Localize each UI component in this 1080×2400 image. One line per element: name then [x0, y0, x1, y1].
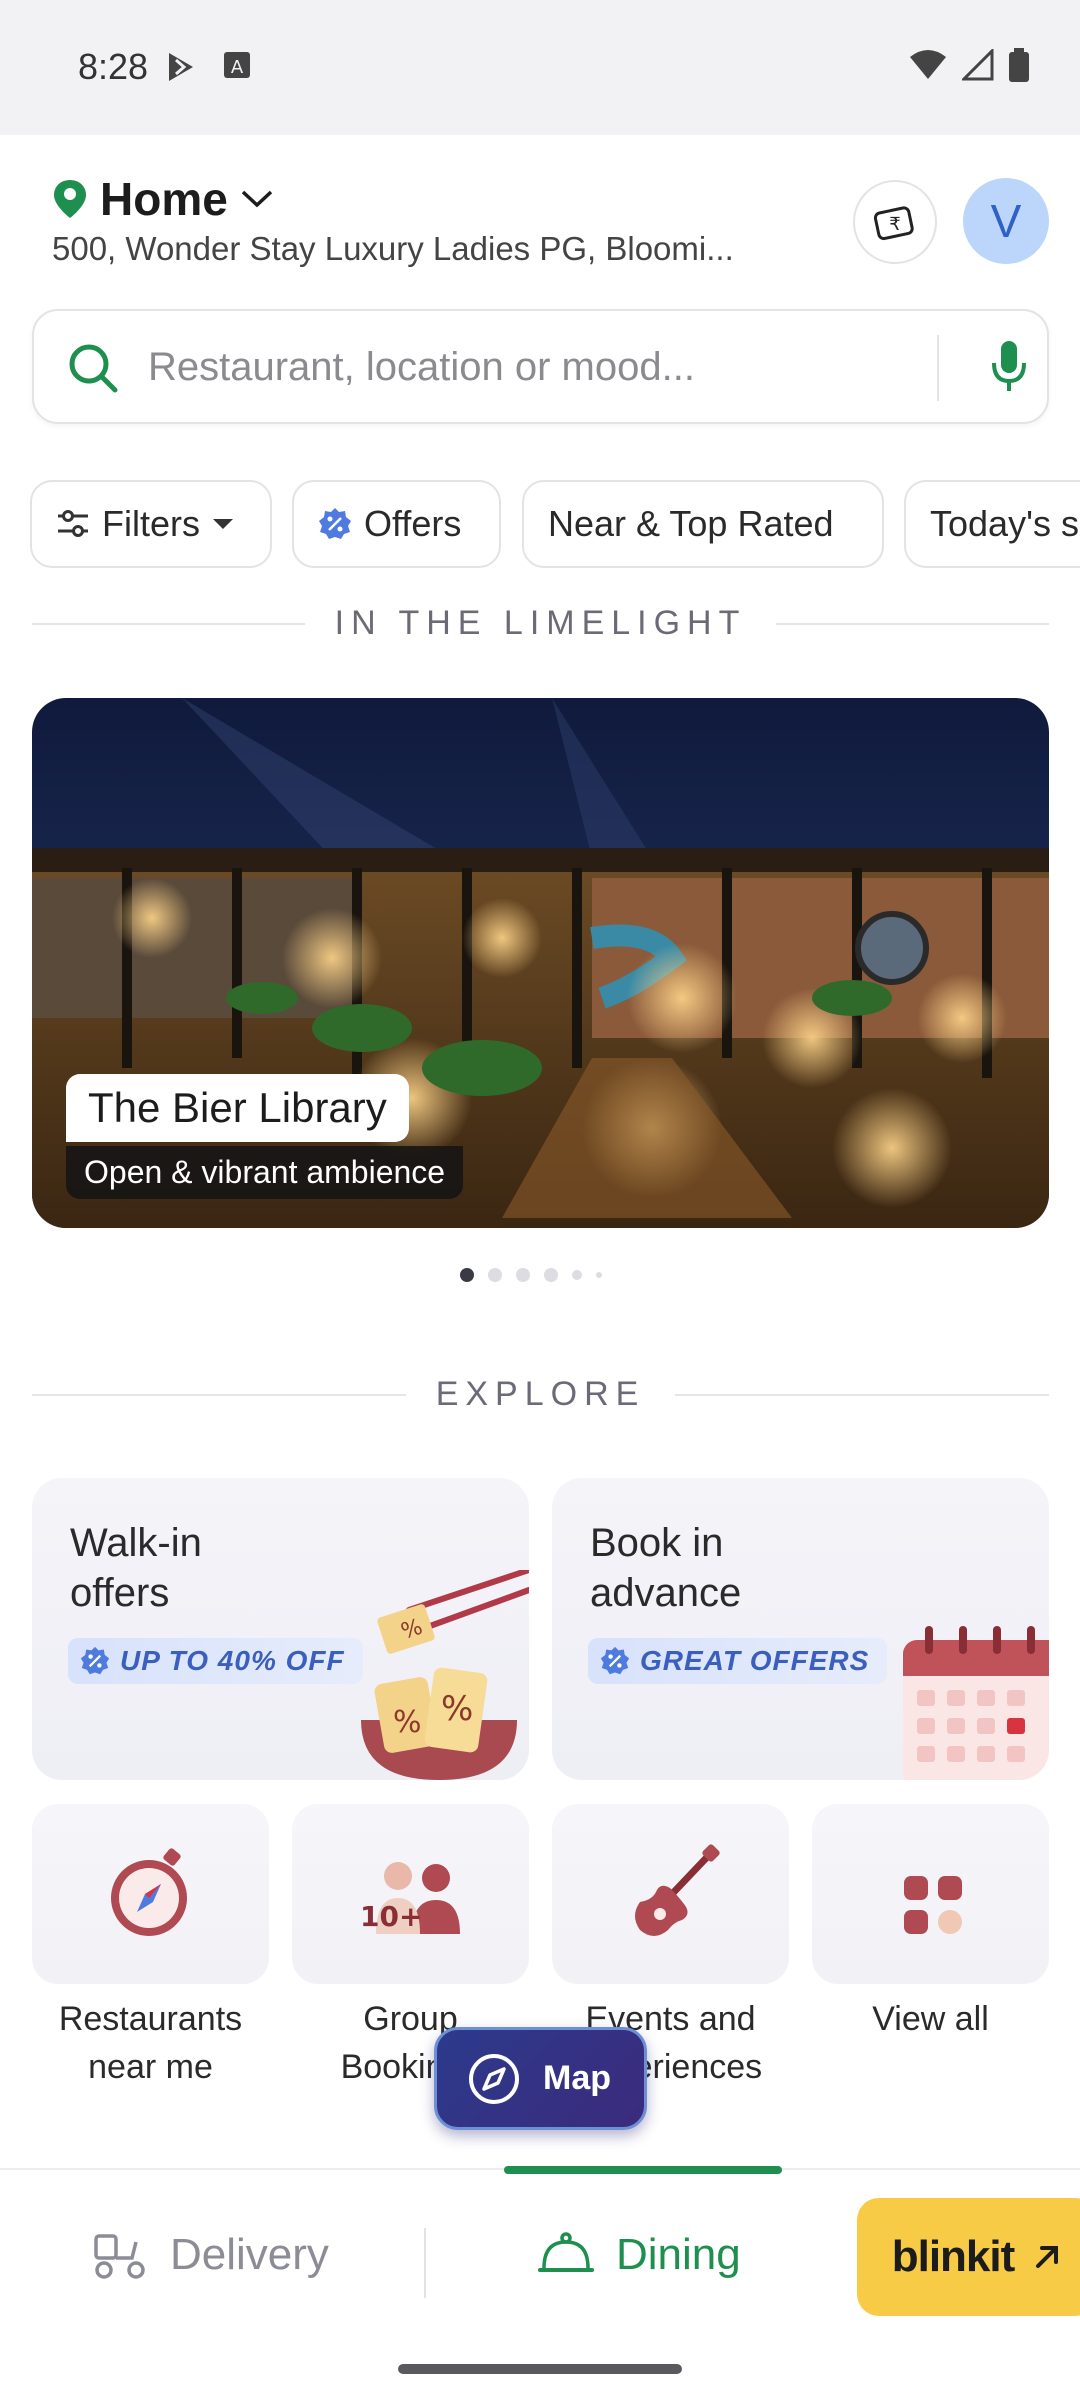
walk-in-offers-card[interactable]: Walk-in offers UP TO 40% OFF % % %: [32, 1478, 529, 1780]
arrow-up-right-icon: [1036, 2246, 1059, 2268]
carousel-dot: [488, 1268, 502, 1282]
map-button[interactable]: Map: [434, 2027, 647, 2130]
search-divider: [937, 335, 939, 401]
restaurant-name: The Bier Library: [66, 1074, 409, 1142]
nav-delivery-label: Delivery: [170, 2230, 329, 2279]
rupee-wallet-icon: ₹: [873, 206, 914, 241]
scooter-icon: [94, 2234, 145, 2279]
tile-view-all-label: View all: [872, 2000, 989, 2038]
svg-text:10+: 10+: [360, 1900, 422, 1933]
compass-nav-icon: [469, 2053, 519, 2104]
explore-title: EXPLORE: [435, 1375, 646, 1413]
signal-icon: [962, 49, 994, 81]
limelight-section-header: IN THE LIMELIGHT: [32, 604, 1050, 643]
svg-text:A: A: [231, 57, 244, 78]
sliders-icon: [58, 510, 88, 537]
carousel-dot: [596, 1272, 602, 1278]
caret-down-icon: [213, 519, 233, 529]
location-selector[interactable]: Home: [52, 172, 274, 226]
chip-near-top-rated[interactable]: Near & Top Rated: [522, 480, 884, 568]
home-indicator[interactable]: [398, 2364, 682, 2374]
offer-badge-icon: [600, 1646, 630, 1675]
carousel-dot: [544, 1268, 558, 1282]
location-pin-icon: [54, 180, 86, 218]
wifi-icon: [910, 50, 946, 79]
limelight-title: IN THE LIMELIGHT: [334, 604, 747, 642]
wallet-button[interactable]: ₹: [853, 180, 937, 264]
grid-icon: [904, 1876, 962, 1934]
tile-events-experiences[interactable]: [552, 1804, 789, 1984]
carousel-dot-active: [460, 1268, 474, 1282]
location-title: Home: [100, 173, 228, 225]
carousel-dot: [572, 1270, 582, 1280]
tile-group-bookings[interactable]: 10+: [292, 1804, 529, 1984]
tile-restaurants-near-me-label: Restaurants near me: [58, 2000, 243, 2086]
play-store-icon: [169, 53, 193, 81]
group-icon: 10+: [360, 1862, 460, 1934]
microphone-icon[interactable]: [989, 339, 1029, 395]
map-button-label: Map: [543, 2059, 611, 2097]
walk-in-offers-title: Walk-in offers: [70, 1521, 202, 1615]
chip-todays-specials[interactable]: Today's specials: [904, 480, 1080, 568]
chip-todays-specials-label: Today's specials: [930, 503, 1080, 544]
location-address[interactable]: 500, Wonder Stay Luxury Ladies PG, Bloom…: [52, 230, 812, 268]
blinkit-button[interactable]: blinkit: [857, 2198, 1080, 2316]
guitar-icon: [635, 1844, 720, 1936]
carousel-dots: [460, 1268, 602, 1282]
status-time: 8:28: [78, 46, 149, 87]
limelight-banner[interactable]: The Bier Library Open & vibrant ambience: [32, 698, 1049, 1228]
offer-badge-icon: [80, 1646, 110, 1675]
search-bar[interactable]: Restaurant, location or mood...: [32, 309, 1049, 424]
chip-filters[interactable]: Filters: [30, 480, 272, 568]
filter-chips-row: Filters Offers Near & Top Rated Today's …: [30, 480, 1080, 570]
chip-offers[interactable]: Offers: [292, 480, 501, 568]
book-in-advance-card[interactable]: Book in advance GREAT OFFERS: [552, 1478, 1049, 1780]
chevron-down-icon: [241, 190, 273, 208]
offer-badge-icon: [319, 508, 351, 539]
chip-filters-label: Filters: [102, 503, 200, 544]
nav-dining[interactable]: Dining: [538, 2230, 741, 2280]
tile-view-all[interactable]: [812, 1804, 1049, 1984]
svg-text:₹: ₹: [889, 214, 900, 235]
cloche-icon: [538, 2232, 594, 2272]
svg-text:%: %: [393, 1705, 422, 1740]
carousel-dot: [516, 1268, 530, 1282]
search-input[interactable]: Restaurant, location or mood...: [148, 345, 695, 390]
chip-near-top-rated-label: Near & Top Rated: [548, 503, 834, 544]
tile-restaurants-near-me[interactable]: [32, 1804, 269, 1984]
restaurant-tagline: Open & vibrant ambience: [66, 1146, 464, 1199]
battery-icon: [1009, 48, 1029, 82]
search-icon: [69, 344, 118, 393]
chip-offers-label: Offers: [364, 503, 462, 544]
svg-text:%: %: [441, 1689, 473, 1729]
keyboard-icon: A: [224, 52, 250, 78]
nav-separator: [424, 2228, 426, 2298]
compass-icon: [111, 1848, 187, 1936]
blinkit-label: blinkit: [891, 2232, 1016, 2281]
nav-dining-label: Dining: [616, 2230, 741, 2279]
walk-in-offers-badge: UP TO 40% OFF: [68, 1638, 363, 1684]
status-bar: 8:28 A: [0, 0, 1080, 135]
book-in-advance-badge-text: GREAT OFFERS: [640, 1645, 870, 1676]
discount-bowl-icon: % % %: [361, 1570, 529, 1780]
nav-delivery[interactable]: Delivery: [92, 2230, 329, 2280]
calendar-icon: [903, 1626, 1049, 1780]
explore-section-header: EXPLORE: [32, 1375, 1049, 1414]
walk-in-offers-badge-text: UP TO 40% OFF: [120, 1645, 345, 1676]
book-in-advance-title: Book in advance: [590, 1521, 742, 1615]
active-tab-indicator: [504, 2166, 782, 2174]
book-in-advance-badge: GREAT OFFERS: [588, 1638, 888, 1684]
avatar[interactable]: V: [963, 178, 1049, 264]
